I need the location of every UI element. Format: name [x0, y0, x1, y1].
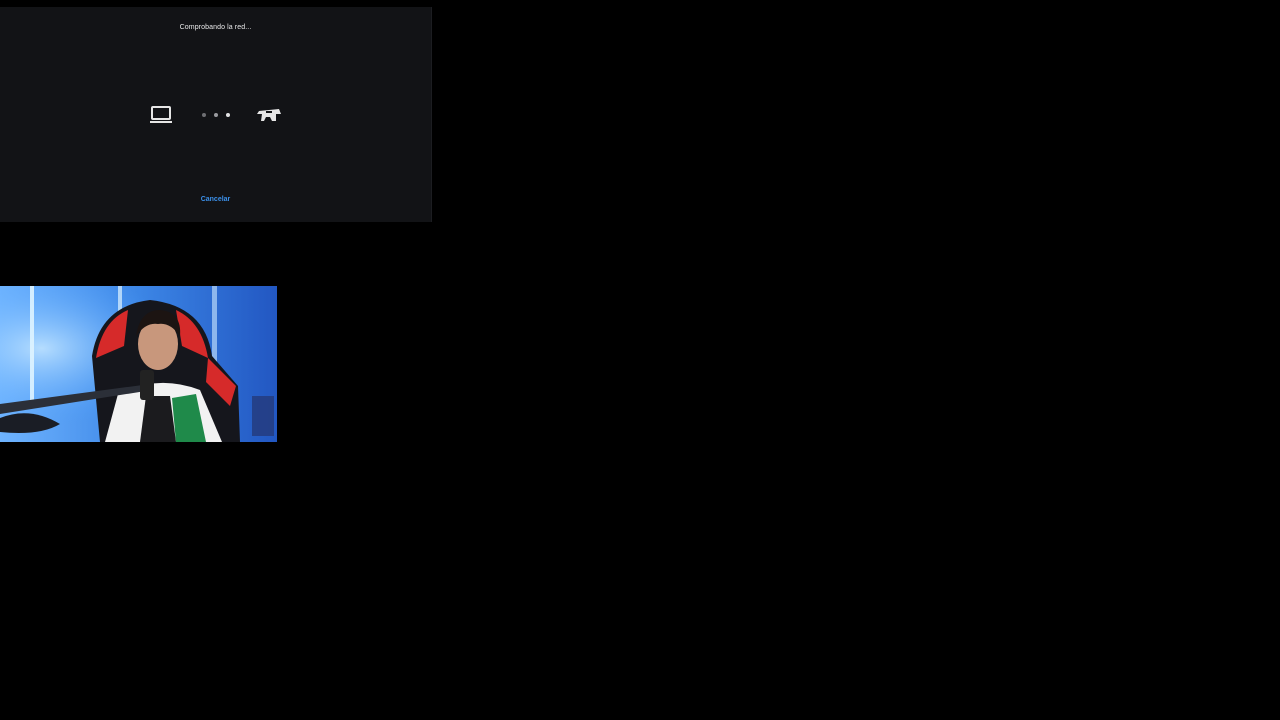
connection-dots-icon: [200, 113, 232, 118]
microphone: [140, 370, 154, 400]
webcam-feed-image: [0, 286, 277, 442]
cancel-button[interactable]: Cancelar: [0, 196, 431, 203]
console-icon: [257, 109, 281, 121]
jacket-center: [140, 396, 176, 442]
progress-dot: [202, 113, 206, 117]
shelf-object: [252, 396, 274, 436]
dialog-title: Comprobando la red...: [179, 24, 252, 31]
screen: Comprobando la red... Cancelar: [0, 0, 1280, 720]
network-check-dialog: Comprobando la red... Cancelar: [0, 7, 432, 222]
led-strip: [30, 286, 34, 406]
laptop-icon: [150, 106, 172, 123]
connection-status: [146, 104, 286, 128]
progress-dot: [226, 113, 230, 117]
progress-dot: [214, 113, 218, 117]
webcam-scene: [0, 286, 277, 442]
